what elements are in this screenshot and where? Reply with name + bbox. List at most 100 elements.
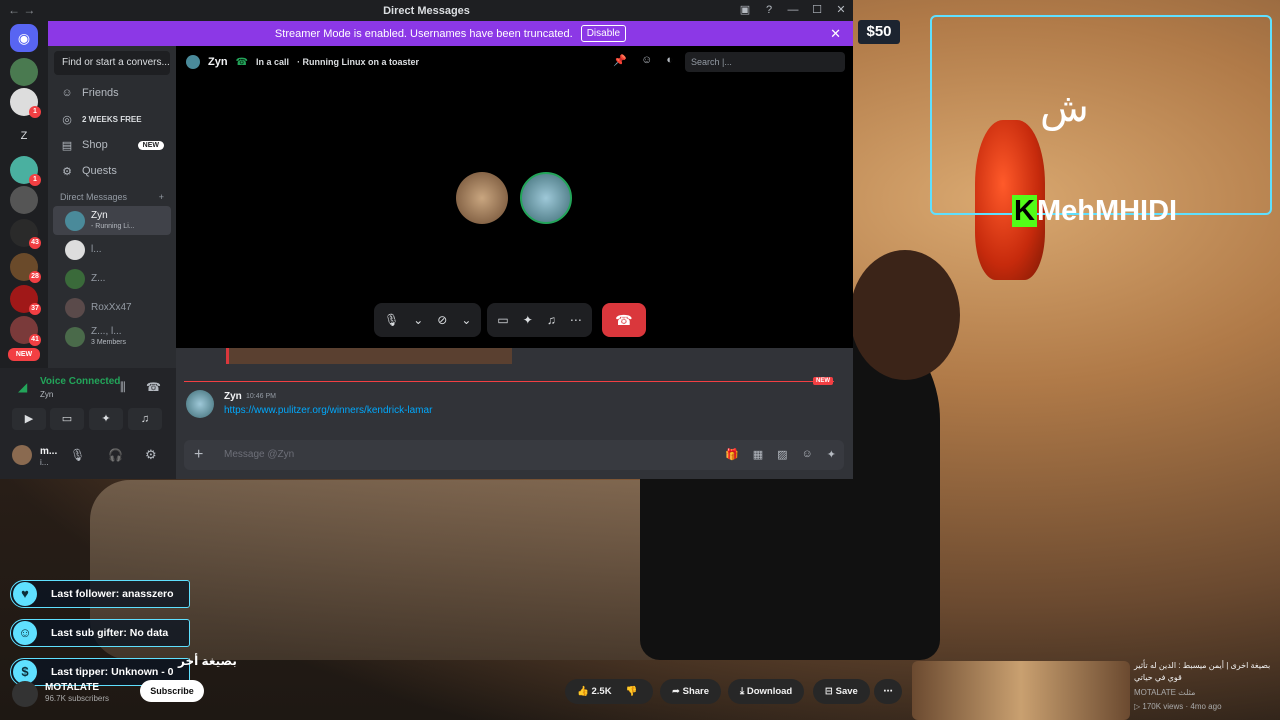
message-input[interactable]: Message @Zyn <box>224 449 294 460</box>
heart-icon: ♥ <box>13 582 37 606</box>
share-button[interactable]: ➦ Share <box>660 679 722 704</box>
subscriber-count: 96.7K subscribers <box>45 694 110 703</box>
message-composer[interactable]: + Message @Zyn 🎁 ▦ ▨ ☺ ✦ <box>184 440 844 470</box>
sticker-icon[interactable]: ▨ <box>777 448 787 461</box>
message-timestamp: 10:46 PM <box>246 393 276 400</box>
download-button[interactable]: ⤓ Download <box>728 679 805 704</box>
message-author[interactable]: Zyn <box>224 391 242 402</box>
server-icon[interactable]: 37 <box>10 285 41 315</box>
subscribe-button[interactable]: Subscribe <box>140 680 204 702</box>
emoji-icon[interactable]: ☺ <box>802 448 813 461</box>
mic-icon[interactable]: 🎙 <box>384 313 399 327</box>
nav-shop[interactable]: ▤ Shop NEW <box>48 132 176 158</box>
server-icon[interactable]: 43 <box>10 219 41 249</box>
server-icon[interactable] <box>10 58 38 86</box>
help-icon[interactable]: ? <box>757 0 781 21</box>
server-icon[interactable]: 41 <box>10 316 41 346</box>
headphones-icon[interactable]: 🎧 <box>108 448 123 462</box>
user-name[interactable]: m... <box>40 446 57 457</box>
channel-avatar[interactable] <box>12 681 38 707</box>
participant-avatar[interactable] <box>456 172 508 224</box>
shop-icon: ▤ <box>61 139 73 152</box>
message-avatar[interactable] <box>186 390 214 418</box>
call-user-name[interactable]: Zyn <box>208 56 228 68</box>
add-friend-icon[interactable]: ☺ <box>641 54 652 67</box>
search-input[interactable]: Search |... <box>685 52 845 72</box>
gif-icon[interactable]: ▦ <box>753 448 763 461</box>
noise-suppression-icon[interactable]: ⫼ <box>120 380 126 395</box>
dm-item-zyn[interactable]: Zyn - Running Li... <box>53 206 171 235</box>
call-header: Zyn ☎ In a call · Running Linux on a toa… <box>176 46 853 78</box>
attach-plus-icon[interactable]: + <box>194 446 203 464</box>
nav-friends[interactable]: ☺ Friends <box>48 80 176 106</box>
server-icon[interactable]: 1 <box>10 88 41 118</box>
image-embed[interactable] <box>226 348 512 364</box>
related-video-meta: ▷ 170K views · 4mo ago <box>1134 702 1222 711</box>
hang-up-button[interactable]: ☎ <box>601 303 646 337</box>
server-letter-icon[interactable]: Z <box>10 122 38 150</box>
bookmark-icon: ⊟ <box>825 686 836 697</box>
related-video-thumbnail[interactable] <box>912 661 1130 720</box>
activities-icon[interactable]: ✦ <box>89 408 123 430</box>
share-icon: ➦ <box>672 686 683 697</box>
share-controls[interactable]: ▭ ✦ ♫ ⋯ <box>487 303 592 337</box>
server-icon[interactable]: 28 <box>10 253 41 283</box>
related-video-channel[interactable]: MOTALATE مثلث <box>1134 688 1195 697</box>
soundboard-icon[interactable]: ♫ <box>547 313 556 327</box>
apps-icon[interactable]: ✦ <box>827 448 836 461</box>
dm-sidebar: Find or start a convers... ☺ Friends ◎ 2 W… <box>48 46 176 368</box>
video-toggle-icon[interactable]: ▶ <box>12 408 46 430</box>
close-icon[interactable]: ✕ <box>830 26 841 42</box>
dm-section-header: Direct Messages + <box>48 184 176 206</box>
chevron-down-icon[interactable]: ⌄ <box>461 313 471 327</box>
participant-avatar-speaking[interactable] <box>520 172 572 224</box>
mic-control[interactable]: 🎙 ⌄ ⊘ ⌄ <box>374 303 482 337</box>
nav-nitro[interactable]: ◎ 2 WEEKS FREE <box>48 106 176 132</box>
find-conversation-input[interactable]: Find or start a convers... <box>54 51 170 75</box>
minimize-button[interactable]: — <box>781 0 805 21</box>
chevron-down-icon[interactable]: ⌄ <box>413 313 423 327</box>
new-messages-divider <box>184 381 834 382</box>
maximize-button[interactable]: ☐ <box>805 0 829 21</box>
new-servers-badge[interactable]: NEW <box>8 348 40 361</box>
gift-icon: ☺ <box>13 621 37 645</box>
close-button[interactable]: ✕ <box>829 0 853 21</box>
video-title: بصيغة أخر <box>178 654 237 668</box>
more-icon[interactable]: ⋯ <box>570 313 582 327</box>
avatar <box>65 326 85 347</box>
message-link[interactable]: https://www.pulitzer.org/winners/kendric… <box>224 405 432 416</box>
dm-item[interactable]: RoxXx47 <box>53 293 171 322</box>
screenshare-icon[interactable]: ▭ <box>50 408 84 430</box>
thumbs-down-icon[interactable]: 👎 <box>626 686 638 697</box>
user-avatar[interactable] <box>12 445 32 465</box>
gift-icon[interactable]: 🎁 <box>725 448 739 461</box>
camera-off-icon[interactable]: ⊘ <box>437 313 447 327</box>
server-icon[interactable] <box>10 186 38 214</box>
user-subtext: i... <box>40 458 49 467</box>
inbox-icon[interactable]: ▣ <box>733 0 757 21</box>
activities-icon[interactable]: ✦ <box>523 313 533 327</box>
dm-item[interactable]: l... <box>53 235 171 264</box>
discord-home-icon[interactable]: ◉ <box>10 24 38 52</box>
mic-icon[interactable]: 🎙 <box>70 448 85 462</box>
dm-group-item[interactable]: Z..., l... 3 Members <box>53 322 171 351</box>
soundboard-icon[interactable]: ♫ <box>128 408 162 430</box>
server-icon[interactable]: 1 <box>10 156 41 186</box>
more-icon[interactable]: ⋯ <box>874 679 902 704</box>
like-button[interactable]: 👍 2.5K 👎 <box>565 679 653 704</box>
settings-gear-icon[interactable]: ⚙ <box>145 447 157 463</box>
disconnect-icon[interactable]: ☎ <box>146 380 161 394</box>
save-button[interactable]: ⊟ Save <box>813 679 870 704</box>
disable-streamer-button[interactable]: Disable <box>580 25 627 42</box>
voice-channel[interactable]: Zyn <box>40 390 53 399</box>
profile-icon[interactable]: ◐ <box>666 54 673 67</box>
pin-icon[interactable]: 📌 <box>613 54 627 67</box>
channel-name[interactable]: MOTALATE <box>45 682 99 693</box>
add-dm-icon[interactable]: + <box>159 192 164 206</box>
friends-icon: ☺ <box>61 87 73 99</box>
screenshare-icon[interactable]: ▭ <box>497 313 508 327</box>
nav-quests[interactable]: ⚙ Quests <box>48 158 176 184</box>
voice-panel: ◢ Voice Connected Zyn ⫼ ☎ ▶ ▭ ✦ ♫ m... i… <box>0 368 176 479</box>
related-video-title[interactable]: بصيغة اخرى | أيمن ميسبط : الدين له تأثير… <box>1134 660 1276 684</box>
dm-item[interactable]: Z... <box>53 264 171 293</box>
